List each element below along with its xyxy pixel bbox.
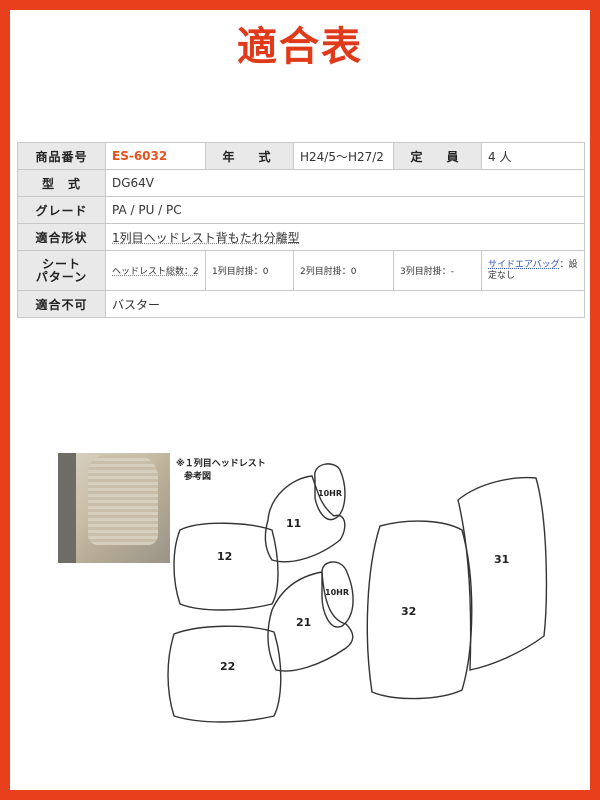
label-31: 31 bbox=[494, 553, 509, 566]
label-11: 11 bbox=[286, 517, 301, 530]
label-12: 12 bbox=[217, 550, 232, 563]
label-10hr-b: 10HR bbox=[325, 588, 349, 597]
piece-22 bbox=[167, 625, 282, 723]
label-22: 22 bbox=[220, 660, 235, 673]
seat-pattern-diagram: 10HR 11 12 10HR 21 22 32 31 bbox=[167, 463, 548, 723]
label-10hr-a: 10HR bbox=[318, 489, 342, 498]
piece-31 bbox=[457, 476, 548, 671]
label-32: 32 bbox=[401, 605, 416, 618]
piece-32 bbox=[366, 520, 473, 700]
label-21: 21 bbox=[296, 616, 311, 629]
piece-12 bbox=[173, 522, 279, 611]
